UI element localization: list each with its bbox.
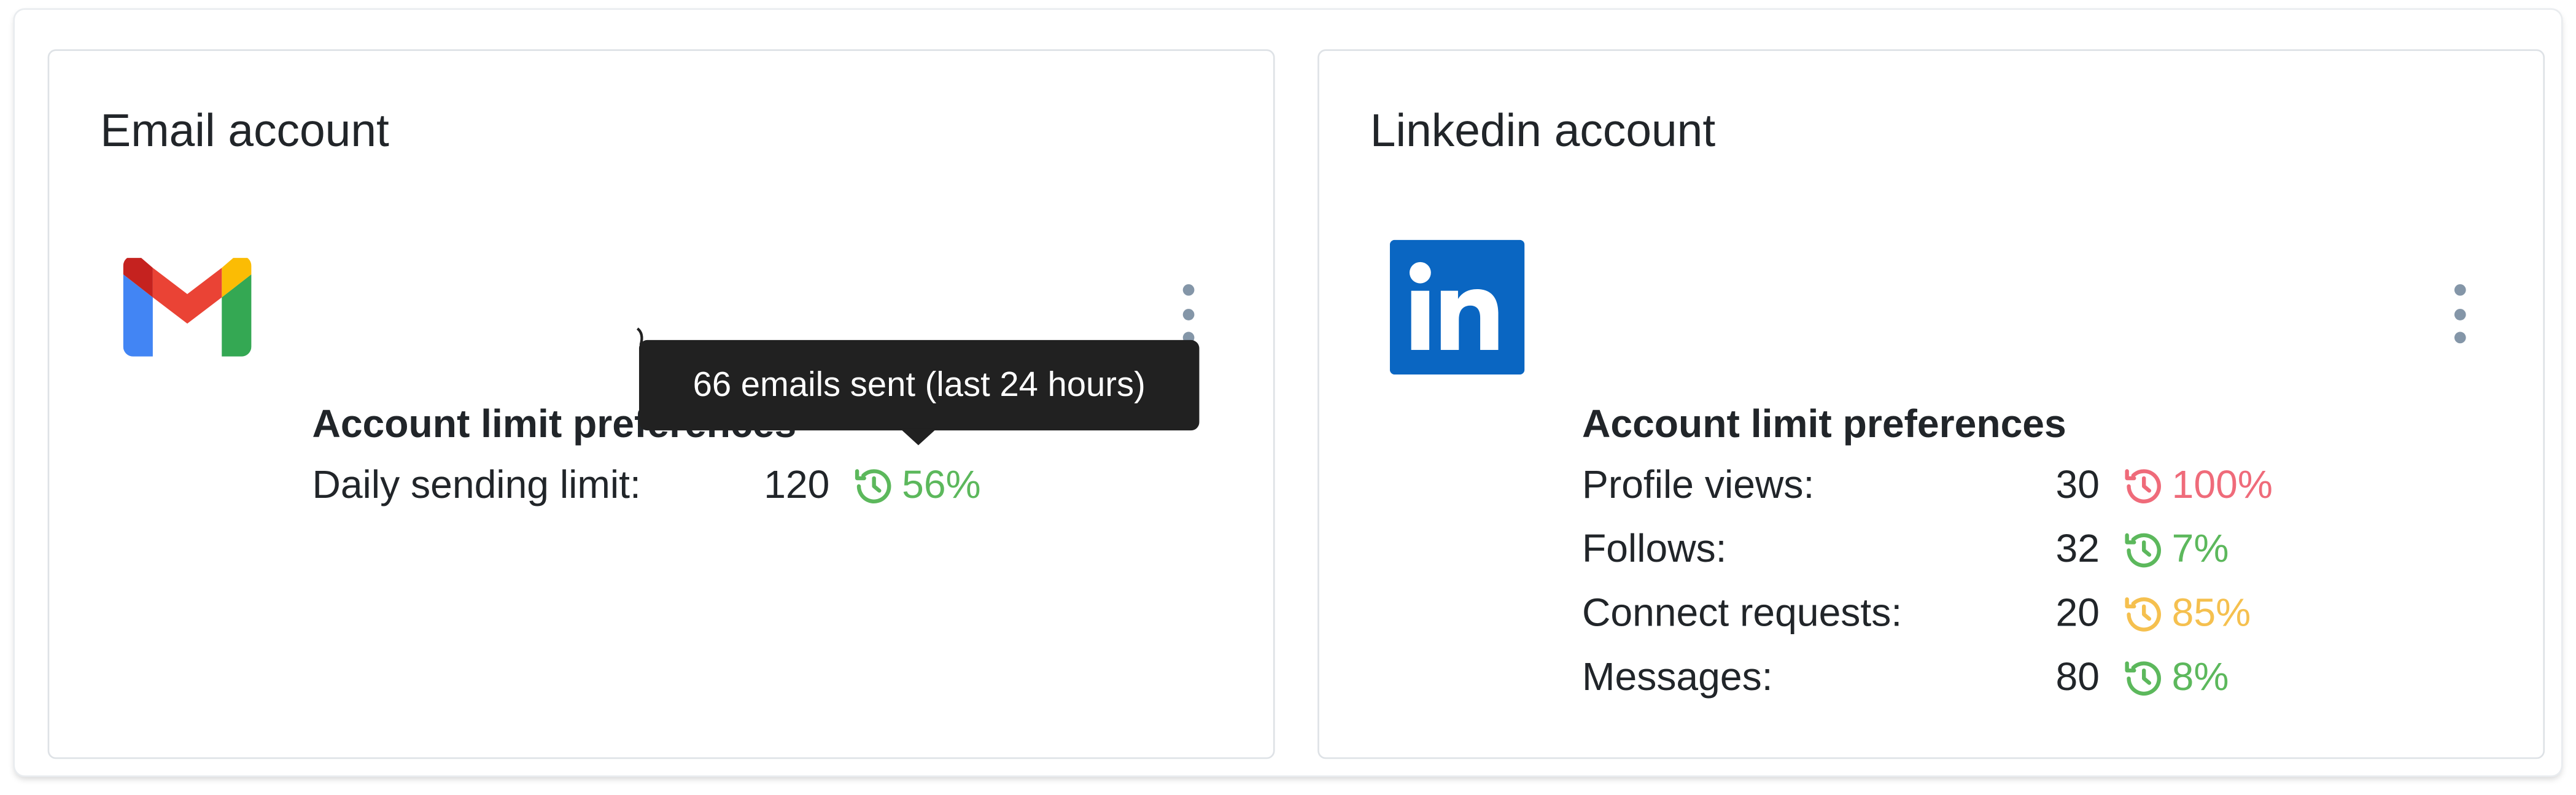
email-options-menu-button[interactable] — [1176, 281, 1199, 347]
limit-value: 30 — [2055, 462, 2100, 507]
gmail-icon — [123, 258, 252, 357]
usage-percent: 7% — [2171, 526, 2229, 571]
usage-indicator[interactable]: 8% — [2122, 654, 2229, 700]
linkedin-icon — [1389, 239, 1525, 375]
limit-label: Connect requests: — [1581, 591, 1903, 635]
accounts-container: Email account Account limit preferences … — [15, 10, 2561, 776]
limit-value: 20 — [2055, 591, 2100, 635]
tooltip-arrow — [900, 429, 937, 446]
usage-percent: 56% — [902, 462, 981, 507]
limit-row-profile-views: Profile views: 30 100% — [1582, 454, 2502, 518]
usage-indicator[interactable]: 85% — [2122, 591, 2251, 637]
limit-label: Profile views: — [1581, 462, 1815, 507]
account-panel: Email account Account limit preferences … — [0, 0, 2576, 795]
usage-percent: 85% — [2171, 591, 2251, 635]
history-icon — [2125, 532, 2161, 567]
kebab-dot-icon — [2453, 332, 2465, 344]
linkedin-card-title: Linkedin account — [1370, 105, 1716, 157]
history-icon — [855, 468, 891, 503]
limit-value: 32 — [2055, 526, 2100, 571]
linkedin-options-menu-button[interactable] — [2448, 281, 2470, 347]
limit-value: 80 — [2055, 654, 2100, 699]
kebab-dot-icon — [2453, 284, 2465, 296]
limit-row-messages: Messages: 80 8% — [1582, 646, 2502, 710]
limit-row-connect-requests: Connect requests: 20 85% — [1582, 581, 2502, 645]
kebab-dot-icon — [2453, 308, 2465, 320]
history-icon — [2125, 596, 2161, 631]
linkedin-account-card: Linkedin account Account limit preferenc… — [1317, 49, 2545, 759]
history-icon — [2125, 661, 2161, 695]
usage-indicator[interactable]: 100% — [2122, 462, 2273, 508]
usage-percent: 100% — [2171, 462, 2273, 507]
usage-percent: 8% — [2171, 654, 2229, 699]
limit-label: Daily sending limit: — [312, 462, 641, 507]
usage-indicator[interactable]: 7% — [2122, 527, 2229, 573]
limit-row-follows: Follows: 32 7% — [1582, 518, 2502, 581]
limit-label: Messages: — [1581, 654, 1773, 699]
usage-indicator[interactable]: 56% — [853, 462, 981, 508]
limit-row-daily-sending: Daily sending limit: 120 56% — [312, 454, 1232, 518]
kebab-dot-icon — [1182, 284, 1194, 296]
kebab-dot-icon — [1182, 308, 1194, 320]
linkedin-limits-section: Account limit preferences Profile views:… — [1582, 401, 2502, 710]
email-card-title: Email account — [100, 105, 389, 157]
limits-title: Account limit preferences — [1581, 402, 2066, 447]
limit-value: 120 — [764, 462, 830, 507]
usage-tooltip: 66 emails sent (last 24 hours) — [638, 339, 1200, 431]
history-icon — [2125, 468, 2161, 503]
limit-label: Follows: — [1581, 526, 1727, 571]
